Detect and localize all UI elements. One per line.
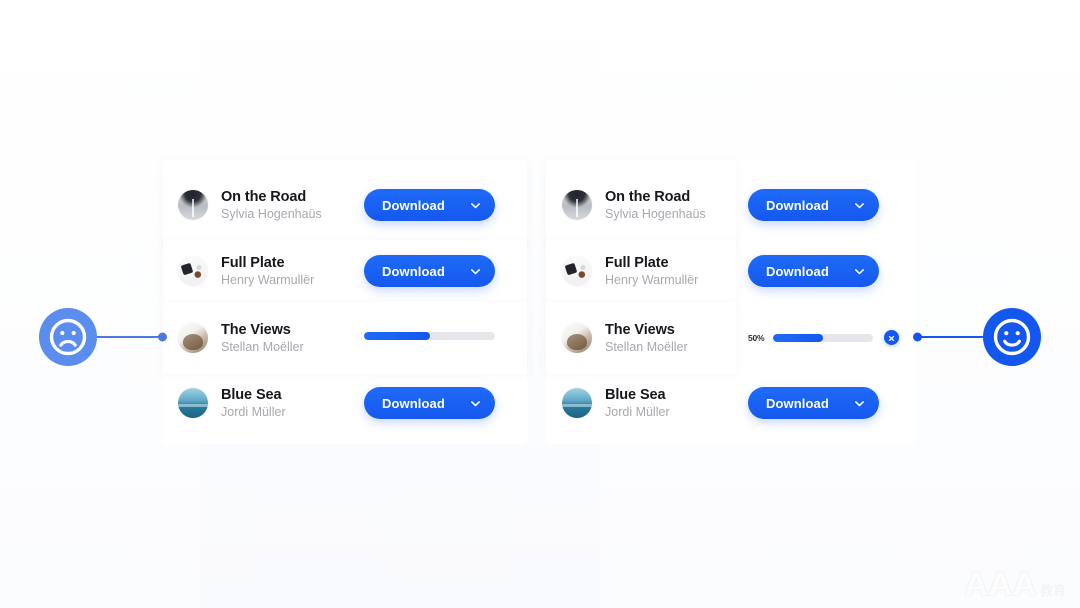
connector-dot [913,332,922,342]
list-item-meta: Blue Sea Jordi Müller [605,386,670,419]
list-item-meta: Full Plate Henry Warmullër [605,254,699,287]
cancel-download-button[interactable] [884,329,900,347]
download-button[interactable]: Download [748,189,879,221]
list-item-author: Stellan Moëller [605,340,688,354]
progress-track [773,333,874,342]
list-item-author: Henry Warmullër [605,273,699,287]
list-item-title: On the Road [605,188,691,205]
bad-pattern-marker [39,308,167,366]
chevron-down-icon [470,398,481,409]
close-icon [888,329,895,347]
watermark: AAA 教育 [965,568,1066,600]
list-item-title: Full Plate [605,254,669,271]
chevron-down-icon [854,200,865,211]
download-button[interactable]: Download [364,255,495,287]
road-thumbnail [562,190,592,220]
download-button-label: Download [382,197,445,213]
list-item-author: Jordi Müller [221,405,286,419]
list-item[interactable]: Full Plate Henry Warmullër [178,247,314,295]
list-item[interactable]: Blue Sea Jordi Müller [562,379,670,427]
progress-track [364,332,495,340]
list-item-author: Sylvia Hogenhaüs [605,207,706,221]
list-item-meta: Blue Sea Jordi Müller [221,386,286,419]
connector-dot [158,332,167,342]
marker-connector-line [913,332,983,342]
download-progress-without-label [364,332,495,340]
list-item[interactable]: The Views Stellan Moëller [178,314,304,362]
list-item-title: Blue Sea [605,386,666,403]
sad-face-icon [39,308,97,366]
list-item-title: The Views [605,321,675,338]
list-item-author: Stellan Moëller [221,340,304,354]
chevron-down-icon [470,200,481,211]
list-item[interactable]: On the Road Sylvia Hogenhaüs [178,181,322,229]
list-item-meta: The Views Stellan Moëller [221,321,304,354]
download-progress-with-label: 50% [748,329,900,347]
list-item-meta: Full Plate Henry Warmullër [221,254,315,287]
download-button-label: Download [382,395,445,411]
views-thumbnail [562,323,592,353]
plate-thumbnail [562,256,592,286]
list-item-author: Henry Warmullër [221,273,315,287]
watermark-logo-text: AAA [964,566,1037,602]
list-item-author: Jordi Müller [605,405,670,419]
list-item[interactable]: Blue Sea Jordi Müller [178,379,286,427]
views-thumbnail [178,323,208,353]
progress-percent-label: 50% [748,332,765,343]
list-item-meta: The Views Stellan Moëller [605,321,688,354]
sea-thumbnail [562,388,592,418]
plate-thumbnail [178,256,208,286]
download-button[interactable]: Download [748,387,879,419]
list-item[interactable]: Full Plate Henry Warmullër [562,247,698,295]
list-item-meta: On the Road Sylvia Hogenhaüs [605,188,706,221]
watermark-sub-text: 教育 [1039,583,1066,598]
download-button[interactable]: Download [364,387,495,419]
list-item[interactable]: On the Road Sylvia Hogenhaüs [562,181,706,229]
chevron-down-icon [854,266,865,277]
road-thumbnail [178,190,208,220]
list-item-meta: On the Road Sylvia Hogenhaüs [221,188,322,221]
progress-fill [364,332,430,340]
download-button[interactable]: Download [364,189,495,221]
chevron-down-icon [470,266,481,277]
download-button-label: Download [766,197,829,213]
list-item[interactable]: The Views Stellan Moëller [562,314,688,362]
good-pattern-marker [913,308,1041,366]
list-item-title: Full Plate [221,254,285,271]
marker-connector-line [97,332,167,342]
download-button[interactable]: Download [748,255,879,287]
progress-fill [773,333,824,342]
download-button-label: Download [766,263,829,279]
happy-face-icon [983,308,1041,366]
download-button-label: Download [766,395,829,411]
list-item-title: Blue Sea [221,386,282,403]
list-item-title: On the Road [221,188,307,205]
chevron-down-icon [854,398,865,409]
download-button-label: Download [382,263,445,279]
sea-thumbnail [178,388,208,418]
list-item-author: Sylvia Hogenhaüs [221,207,322,221]
list-item-title: The Views [221,321,291,338]
